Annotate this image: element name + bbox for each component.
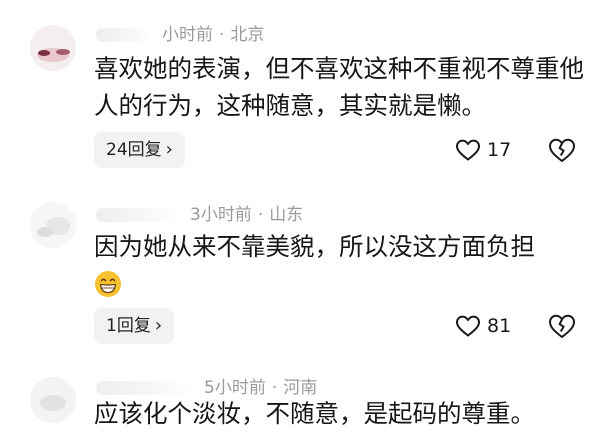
grinning-face-emoji	[95, 271, 121, 297]
reply-count-label: 1回复	[106, 316, 151, 336]
avatar-image	[30, 25, 76, 71]
view-replies-button[interactable]: 24回复 ›	[94, 132, 185, 168]
broken-heart-icon	[548, 314, 576, 339]
comment-text: 因为她从来不靠美貌，所以没这方面负担	[94, 232, 535, 261]
heart-icon	[455, 139, 481, 161]
avatar[interactable]	[30, 377, 76, 423]
reply-count-label: 24回复	[106, 140, 162, 160]
chevron-right-icon: ›	[165, 139, 173, 160]
avatar-image	[30, 377, 76, 423]
view-replies-button[interactable]: 1回复 ›	[94, 308, 175, 344]
like-count: 81	[487, 315, 512, 337]
comment-time: 小时前	[162, 25, 213, 45]
broken-heart-icon	[548, 138, 576, 163]
chevron-right-icon: ›	[154, 315, 163, 336]
avatar[interactable]	[30, 25, 76, 71]
dislike-button[interactable]	[547, 135, 577, 165]
avatar[interactable]	[30, 202, 76, 248]
comment-meta: 小时前 · 北京	[96, 20, 264, 45]
username-blurred	[96, 208, 180, 222]
username-blurred	[96, 28, 152, 42]
username-blurred	[96, 381, 194, 395]
heart-icon	[455, 315, 481, 337]
comment-text: 应该化个淡妆，不随意，是起码的尊重。	[94, 399, 535, 428]
comment-location: 北京	[230, 25, 265, 45]
like-button[interactable]: 81	[455, 308, 511, 344]
meta-separator: ·	[219, 25, 225, 45]
comment-location: 山东	[269, 205, 304, 225]
comment-text: 喜欢她的表演，但不喜欢这种不重视不尊重他人的行为，这种随意，其实就是懒。	[94, 54, 584, 120]
like-button[interactable]: 17	[455, 132, 511, 168]
comment-time: 3小时前	[190, 205, 252, 225]
avatar-image	[30, 202, 76, 248]
meta-separator: ·	[257, 205, 264, 225]
like-count: 17	[487, 139, 512, 161]
dislike-button[interactable]	[547, 311, 577, 341]
comment-meta: 3小时前 · 山东	[96, 200, 303, 225]
